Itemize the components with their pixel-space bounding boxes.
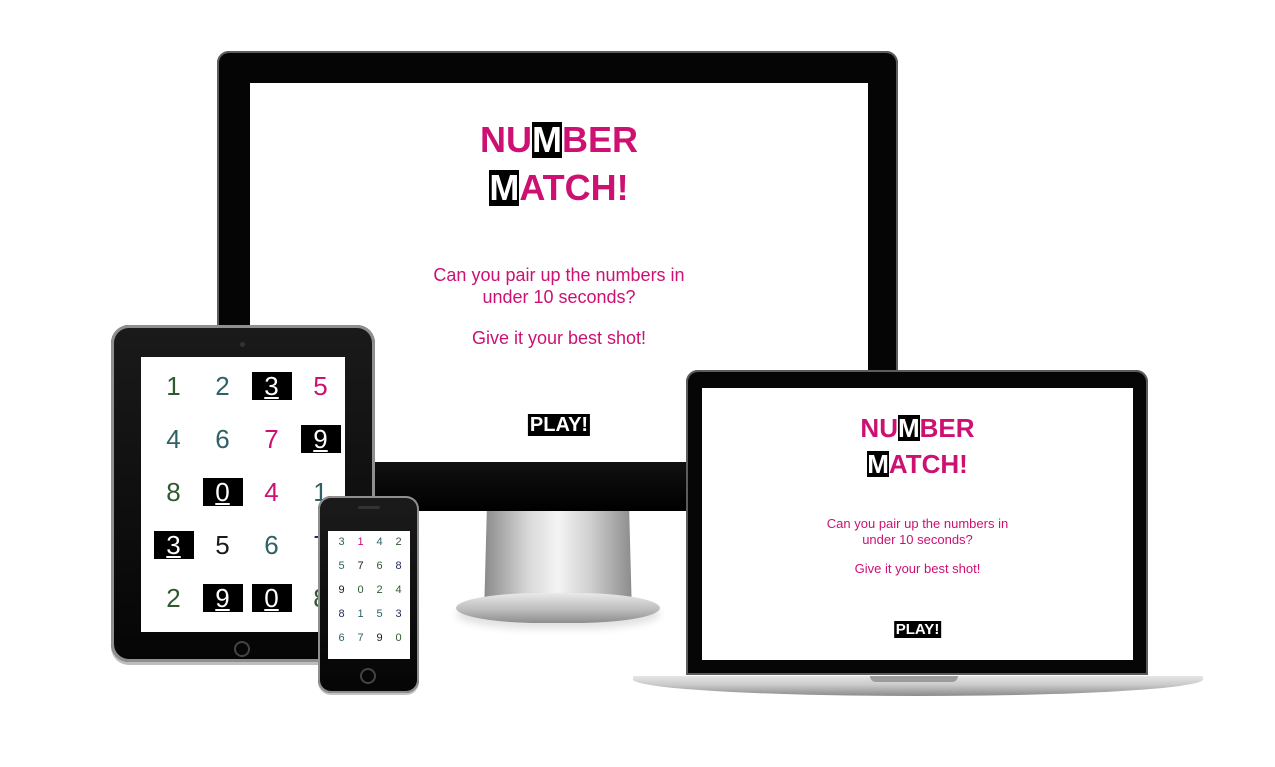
- laptop-screen: NUMBER MATCH! Can you pair up the number…: [702, 388, 1133, 660]
- number-tile[interactable]: 9: [332, 585, 351, 609]
- title-highlight: M: [867, 449, 889, 479]
- tablet-screen: 12354679804135672908: [141, 357, 345, 632]
- number-tile[interactable]: 5: [332, 561, 351, 585]
- number-tile-value: 0: [251, 584, 292, 612]
- number-tile-value: 4: [264, 477, 279, 507]
- encouragement-text: Give it your best shot!: [854, 561, 981, 576]
- number-tile[interactable]: 4: [389, 585, 408, 609]
- title-highlight: M: [489, 167, 520, 208]
- title-text: NU: [860, 413, 898, 443]
- number-tile-value: 0: [202, 478, 243, 506]
- number-tile[interactable]: 9: [370, 633, 389, 657]
- number-tile[interactable]: 6: [247, 531, 296, 584]
- title-highlight: M: [897, 413, 920, 443]
- title-text: BER: [919, 413, 975, 443]
- game-title-line1: NUMBER: [250, 122, 868, 158]
- number-tile[interactable]: 9: [198, 584, 247, 632]
- number-tile[interactable]: 2: [389, 537, 408, 561]
- number-tile-value: 7: [264, 424, 279, 454]
- number-tile-value: 8: [166, 477, 181, 507]
- number-tile-value: 5: [215, 530, 230, 560]
- number-tile-value: 5: [313, 371, 328, 401]
- number-tile[interactable]: 5: [198, 531, 247, 584]
- title-text: BER: [561, 119, 638, 160]
- question-text: under 10 seconds?: [482, 287, 636, 307]
- number-tile[interactable]: 0: [247, 584, 296, 632]
- number-tile[interactable]: 3: [332, 537, 351, 561]
- number-tile-value: 3: [251, 372, 292, 400]
- number-tile-value: 6: [215, 424, 230, 454]
- question-text: Can you pair up the numbers in: [433, 265, 685, 285]
- phone-screen: 31425768902481536790: [328, 531, 410, 659]
- number-tile-value: 4: [166, 424, 181, 454]
- game-title-line2: MATCH!: [250, 170, 868, 206]
- title-text: ATCH!: [519, 167, 629, 208]
- number-tile[interactable]: 8: [332, 609, 351, 633]
- number-tile[interactable]: 0: [351, 585, 370, 609]
- number-tile[interactable]: 2: [370, 585, 389, 609]
- number-tile[interactable]: 2: [198, 372, 247, 425]
- number-tile[interactable]: 9: [296, 425, 345, 478]
- number-tile[interactable]: 7: [351, 633, 370, 657]
- responsive-mockup: NUMBER MATCH! Can you pair up the number…: [0, 0, 1275, 767]
- number-tile-value: 2: [166, 583, 181, 613]
- number-tile[interactable]: 5: [296, 372, 345, 425]
- number-grid: 31425768902481536790: [332, 537, 408, 657]
- number-tile[interactable]: 6: [332, 633, 351, 657]
- question-text: Can you pair up the numbers in: [826, 516, 1009, 531]
- number-tile[interactable]: 1: [351, 609, 370, 633]
- number-tile[interactable]: 2: [149, 584, 198, 632]
- monitor-stand-base: [456, 593, 660, 623]
- title-text: NU: [479, 119, 532, 160]
- number-tile-value: 1: [166, 371, 181, 401]
- play-button[interactable]: PLAY!: [527, 414, 591, 436]
- number-tile[interactable]: 8: [389, 561, 408, 585]
- number-tile-value: 3: [153, 531, 194, 559]
- number-tile[interactable]: 1: [351, 537, 370, 561]
- number-tile-value: 6: [264, 530, 279, 560]
- number-tile[interactable]: 1: [149, 372, 198, 425]
- number-tile[interactable]: 5: [370, 609, 389, 633]
- number-tile[interactable]: 4: [370, 537, 389, 561]
- number-tile[interactable]: 3: [247, 372, 296, 425]
- number-tile-value: 9: [202, 584, 243, 612]
- number-tile[interactable]: 0: [389, 633, 408, 657]
- laptop-notch: [870, 676, 958, 682]
- home-button-icon: [360, 668, 376, 684]
- question-text: under 10 seconds?: [862, 532, 973, 547]
- number-tile-value: 2: [215, 371, 230, 401]
- game-title-line1: NUMBER: [702, 415, 1133, 441]
- number-tile[interactable]: 4: [247, 478, 296, 531]
- number-tile[interactable]: 3: [149, 531, 198, 584]
- number-tile[interactable]: 6: [198, 425, 247, 478]
- home-button-icon: [234, 641, 250, 657]
- number-tile[interactable]: 0: [198, 478, 247, 531]
- title-highlight: M: [531, 119, 562, 160]
- number-tile-value: 9: [300, 425, 341, 453]
- number-tile[interactable]: 4: [149, 425, 198, 478]
- number-tile[interactable]: 7: [247, 425, 296, 478]
- game-title-line2: MATCH!: [702, 451, 1133, 477]
- speaker-icon: [358, 506, 380, 509]
- number-tile[interactable]: 3: [389, 609, 408, 633]
- play-button[interactable]: PLAY!: [893, 621, 942, 638]
- number-tile[interactable]: 8: [149, 478, 198, 531]
- camera-icon: [240, 342, 245, 347]
- number-tile[interactable]: 6: [370, 561, 389, 585]
- number-tile[interactable]: 7: [351, 561, 370, 585]
- number-grid: 12354679804135672908: [149, 372, 345, 632]
- title-text: ATCH!: [888, 449, 968, 479]
